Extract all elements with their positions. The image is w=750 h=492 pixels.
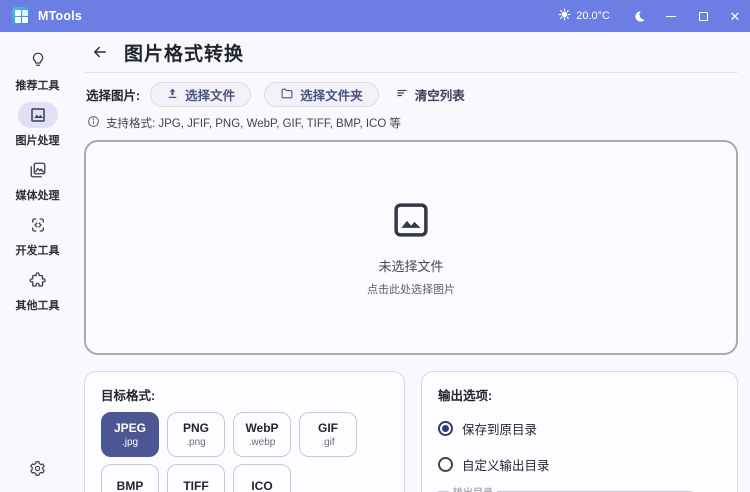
target-format-panel: 目标格式: JPEG .jpg PNG .png WebP .webp GIF …: [84, 371, 405, 492]
folder-icon: [280, 87, 294, 103]
sidebar-item-label: 开发工具: [15, 245, 60, 257]
format-name: GIF: [318, 421, 338, 435]
clear-list-icon: [395, 87, 409, 102]
settings-gear-icon[interactable]: [29, 461, 46, 481]
sidebar-item-label: 图片处理: [15, 135, 60, 147]
select-folder-label: 选择文件夹: [300, 89, 363, 103]
sidebar-item-media-processing[interactable]: 媒体处理: [16, 157, 60, 203]
radio-icon: [438, 421, 453, 436]
format-ext: .gif: [321, 437, 335, 448]
sidebar-item-label: 其他工具: [15, 300, 60, 312]
dropzone-subtitle: 点击此处选择图片: [367, 283, 455, 296]
format-button-webp[interactable]: WebP .webp: [233, 412, 291, 457]
supported-formats-text: 支持格式: JPG, JFIF, PNG, WebP, GIF, TIFF, B…: [106, 118, 402, 130]
weather-indicator: 20.0°C: [558, 8, 610, 24]
radio-icon: [438, 457, 453, 472]
format-button-ico[interactable]: ICO: [233, 464, 291, 492]
format-button-tiff[interactable]: TIFF: [167, 464, 225, 492]
main-content: 图片格式转换 选择图片: 选择文件 选择文件夹 清空列表 支持格式: JPG, …: [75, 32, 750, 492]
format-ext: .png: [186, 437, 206, 448]
sidebar-item-label: 推荐工具: [15, 80, 60, 92]
output-options-panel: 输出选项: 保存到原目录 自定义输出目录 输出目录: [421, 371, 738, 492]
format-ext: .webp: [248, 437, 276, 448]
titlebar: MTools 20.0°C ✕: [0, 0, 750, 32]
sidebar: 推荐工具 图片处理 媒体处理 开发工具 其他工具: [0, 32, 75, 492]
format-grid: JPEG .jpg PNG .png WebP .webp GIF .gif B…: [101, 412, 388, 492]
back-arrow-icon[interactable]: [91, 43, 109, 61]
supported-formats-info: 支持格式: JPG, JFIF, PNG, WebP, GIF, TIFF, B…: [84, 115, 738, 131]
format-button-bmp[interactable]: BMP: [101, 464, 159, 492]
format-button-jpeg[interactable]: JPEG .jpg: [101, 412, 159, 457]
page-header: 图片格式转换: [84, 32, 738, 73]
upload-icon: [166, 87, 179, 103]
page-title: 图片格式转换: [124, 43, 245, 65]
file-select-toolbar: 选择图片: 选择文件 选择文件夹 清空列表: [84, 82, 738, 107]
maximize-button[interactable]: [688, 0, 718, 32]
format-ext: .jpg: [121, 437, 139, 448]
sidebar-item-dev-tools[interactable]: 开发工具: [16, 212, 60, 258]
code-icon: [18, 212, 58, 238]
minimize-button[interactable]: [656, 0, 686, 32]
sidebar-item-recommended-tools[interactable]: 推荐工具: [16, 47, 60, 93]
theme-toggle-moon-icon[interactable]: [624, 0, 654, 32]
format-button-gif[interactable]: GIF .gif: [299, 412, 357, 457]
sidebar-item-other-tools[interactable]: 其他工具: [16, 267, 60, 313]
format-name: WebP: [245, 421, 279, 435]
radio-save-original-dir[interactable]: 保存到原目录: [438, 419, 721, 438]
image-placeholder-icon: [390, 199, 432, 246]
output-directory-field[interactable]: 输出目录: [434, 484, 696, 492]
app-logo-icon: [12, 7, 30, 25]
select-image-label: 选择图片:: [86, 89, 141, 103]
target-format-label: 目标格式:: [101, 389, 156, 403]
radio-label: 自定义输出目录: [462, 459, 550, 473]
sidebar-item-image-processing[interactable]: 图片处理: [16, 102, 60, 148]
lightbulb-icon: [18, 47, 58, 73]
dropzone-title: 未选择文件: [378, 258, 444, 274]
clear-list-button[interactable]: 清空列表: [395, 85, 465, 104]
select-file-label: 选择文件: [185, 89, 236, 103]
clear-list-label: 清空列表: [414, 89, 465, 103]
image-icon: [17, 102, 58, 128]
temperature-value: 20.0°C: [576, 10, 610, 22]
format-name: PNG: [182, 421, 209, 435]
format-name: JPEG: [113, 421, 146, 435]
info-icon: [87, 115, 100, 131]
sidebar-item-label: 媒体处理: [15, 190, 60, 202]
radio-label: 保存到原目录: [462, 423, 538, 437]
app-name: MTools: [38, 9, 83, 23]
select-file-button[interactable]: 选择文件: [150, 82, 252, 107]
sun-icon: [558, 8, 571, 24]
format-name: ICO: [251, 478, 273, 492]
output-directory-field-label: 输出目录: [449, 484, 497, 492]
close-button[interactable]: ✕: [720, 0, 750, 32]
photo-library-icon: [18, 157, 58, 183]
output-options-label: 输出选项:: [438, 389, 493, 403]
radio-custom-output-dir[interactable]: 自定义输出目录: [438, 455, 721, 474]
select-folder-button[interactable]: 选择文件夹: [264, 82, 379, 107]
format-name: TIFF: [183, 478, 209, 492]
format-name: BMP: [116, 478, 144, 492]
file-dropzone[interactable]: 未选择文件 点击此处选择图片: [84, 140, 738, 355]
format-button-png[interactable]: PNG .png: [167, 412, 225, 457]
puzzle-icon: [18, 267, 58, 293]
